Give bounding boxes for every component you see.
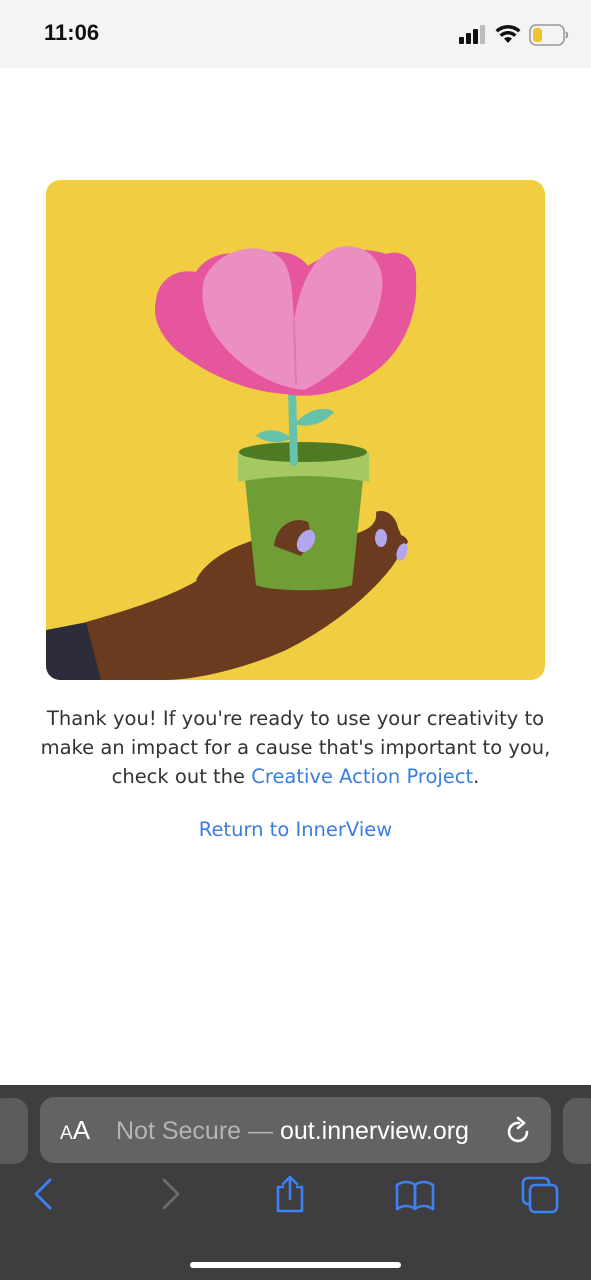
thank-you-message: Thank you! If you're ready to use your c… — [30, 704, 561, 791]
address-text[interactable]: Not Secure — out.innerview.org — [116, 1116, 496, 1146]
browser-bottom-bar: AA Not Secure — out.innerview.org — [0, 1085, 591, 1280]
signal-icon — [459, 25, 485, 44]
pot-soil — [239, 442, 367, 462]
return-to-innerview-link[interactable]: Return to InnerView — [199, 818, 392, 841]
creative-action-project-link[interactable]: Creative Action Project — [251, 765, 473, 788]
battery-icon — [529, 24, 569, 46]
flower-stem — [288, 386, 298, 466]
tabs-icon[interactable] — [520, 1175, 560, 1215]
leaf-right — [295, 408, 334, 426]
reader-options-button[interactable]: AA — [60, 1115, 90, 1149]
home-indicator — [190, 1262, 401, 1268]
back-icon[interactable] — [24, 1175, 64, 1215]
aa-small: A — [60, 1123, 73, 1144]
status-time: 11:06 — [44, 20, 100, 45]
not-secure-label: Not Secure — — [116, 1117, 280, 1145]
next-tab-preview[interactable] — [563, 1098, 591, 1164]
message-suffix: . — [473, 765, 480, 788]
bookmarks-icon[interactable] — [395, 1175, 435, 1215]
domain-label: out.innerview.org — [279, 1117, 469, 1145]
address-bar[interactable]: AA Not Secure — out.innerview.org — [40, 1097, 551, 1163]
forward-icon[interactable] — [150, 1175, 190, 1215]
share-icon[interactable] — [270, 1175, 310, 1215]
reload-icon[interactable] — [505, 1115, 533, 1145]
leaf-left — [256, 430, 292, 443]
return-link-container: Return to InnerView — [0, 818, 591, 841]
flower-pot-illustration — [46, 180, 545, 680]
aa-large: A — [72, 1115, 91, 1145]
wifi-icon — [495, 24, 521, 43]
previous-tab-preview[interactable] — [0, 1098, 28, 1164]
browser-toolbar — [0, 1175, 591, 1225]
status-bar: 11:06 — [0, 0, 591, 68]
